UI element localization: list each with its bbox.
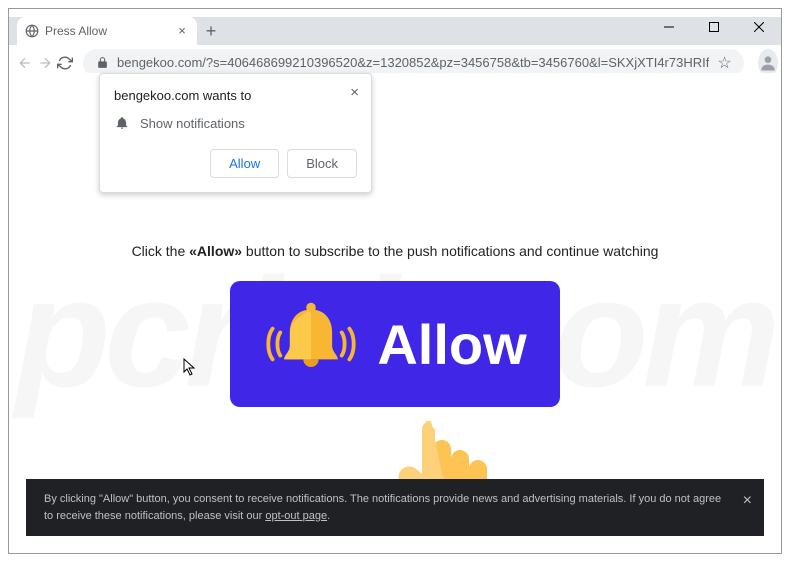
tab-close-icon[interactable]: × [175, 24, 189, 38]
footer-text-2: . [327, 510, 330, 522]
kebab-menu-icon[interactable]: ⋮ [786, 49, 790, 77]
bell-ringing-icon [263, 296, 359, 392]
window-controls [646, 11, 781, 43]
allow-big-button[interactable]: Allow [230, 281, 560, 407]
tab-title: Press Allow [45, 24, 169, 38]
instruction-text: Click the «Allow» button to subscribe to… [132, 243, 659, 259]
minimize-button[interactable] [646, 11, 691, 43]
url-text: bengekoo.com/?s=406468699210396520&z=132… [117, 55, 709, 70]
instruction-prefix: Click the [132, 243, 190, 259]
globe-icon [25, 24, 39, 38]
new-tab-button[interactable]: + [197, 17, 225, 45]
instruction-suffix: button to subscribe to the push notifica… [242, 243, 658, 259]
tab-strip: Press Allow × + [9, 17, 781, 45]
perm-allow-button[interactable]: Allow [210, 149, 279, 178]
footer-close-icon[interactable]: × [743, 489, 752, 513]
bell-icon [114, 115, 130, 131]
lock-icon [95, 56, 109, 70]
browser-tab[interactable]: Press Allow × [17, 17, 197, 45]
window-close-button[interactable] [736, 11, 781, 43]
instruction-bold: «Allow» [189, 243, 242, 259]
footer-text-1: By clicking "Allow" button, you consent … [44, 493, 721, 522]
consent-footer: × By clicking "Allow" button, you consen… [26, 479, 764, 536]
maximize-button[interactable] [691, 11, 736, 43]
perm-block-button[interactable]: Block [287, 149, 357, 178]
dialog-close-icon[interactable]: × [350, 84, 359, 101]
notification-permission-dialog: × bengekoo.com wants to Show notificatio… [99, 73, 372, 193]
cursor-icon [183, 358, 197, 379]
allow-button-label: Allow [377, 312, 526, 377]
opt-out-link[interactable]: opt-out page [265, 510, 327, 522]
perm-label: Show notifications [140, 116, 245, 131]
perm-origin-text: bengekoo.com wants to [114, 88, 357, 103]
allow-button-container: Allow [230, 281, 560, 407]
bookmark-star-icon[interactable]: ☆ [717, 53, 731, 73]
